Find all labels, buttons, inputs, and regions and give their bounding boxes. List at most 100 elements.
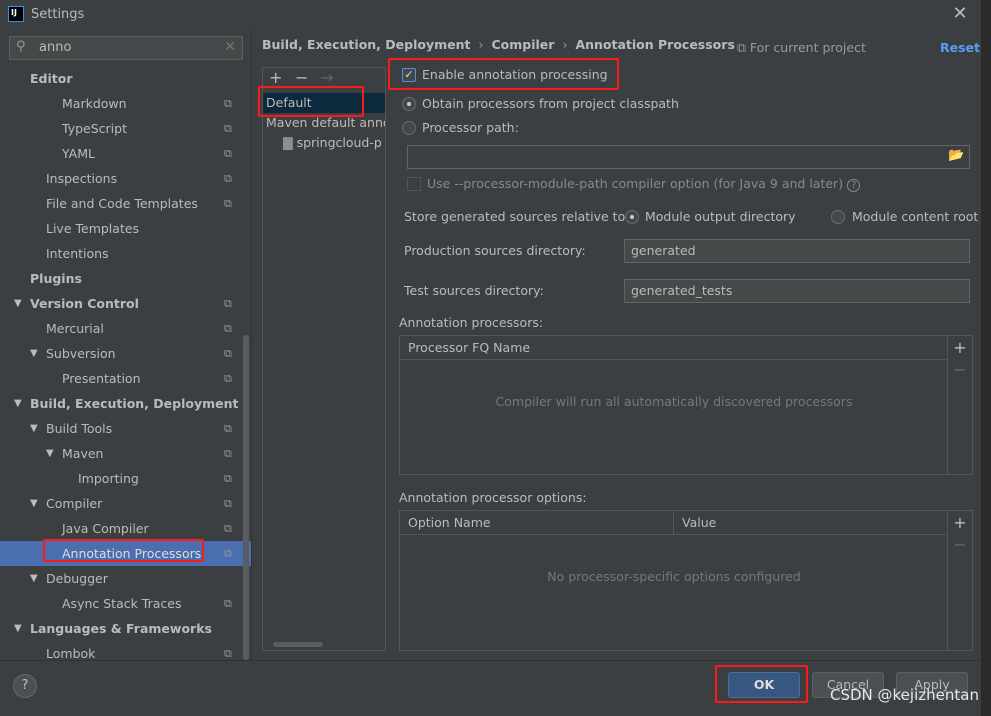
- expand-arrow-icon[interactable]: ▼: [14, 291, 22, 316]
- profiles-scrollbar[interactable]: [273, 642, 323, 647]
- breadcrumb: Build, Execution, Deployment › Compiler › An…: [262, 37, 735, 52]
- expand-arrow-icon[interactable]: ▼: [14, 391, 22, 416]
- copy-icon: ⧉: [737, 40, 750, 55]
- module-output-radio[interactable]: [625, 210, 639, 224]
- sidebar-item[interactable]: ▼ Version Control ⧉: [0, 291, 251, 316]
- sidebar-item[interactable]: Importing ⧉: [0, 466, 251, 491]
- obtain-classpath-label[interactable]: Obtain processors from project classpath: [422, 96, 679, 111]
- sidebar-item-label: Live Templates: [46, 221, 140, 236]
- sidebar-item[interactable]: Async Stack Traces ⧉: [0, 591, 251, 616]
- search-field[interactable]: ⚲ ✕: [9, 36, 243, 60]
- sidebar-item-label: Plugins: [30, 271, 82, 286]
- sidebar-item[interactable]: ▼ Build, Execution, Deployment: [0, 391, 251, 416]
- project-level-icon: ⧉: [224, 547, 232, 560]
- processor-path-radio[interactable]: [402, 121, 416, 135]
- clear-search-icon[interactable]: ✕: [224, 39, 236, 55]
- module-content-root-radio[interactable]: [831, 210, 845, 224]
- profiles-list: + − → Default Maven default annotation p…: [262, 67, 386, 651]
- expand-arrow-icon[interactable]: ▼: [30, 491, 38, 516]
- expand-arrow-icon[interactable]: ▼: [46, 441, 54, 466]
- project-level-icon: ⧉: [224, 447, 232, 460]
- add-icon[interactable]: +: [269, 68, 282, 87]
- empty-message: No processor-specific options configured: [547, 569, 801, 584]
- add-icon[interactable]: +: [948, 336, 972, 360]
- empty-message: Compiler will run all automatically disc…: [495, 394, 853, 409]
- add-icon[interactable]: +: [948, 511, 972, 535]
- sidebar-scrollbar[interactable]: [243, 335, 249, 660]
- processors-table: Processor FQ Name Compiler will run all …: [399, 335, 973, 475]
- highlight-box: [43, 539, 204, 562]
- sidebar-item-label: Maven: [62, 446, 104, 461]
- sidebar-item[interactable]: ▼ Debugger: [0, 566, 251, 591]
- project-level-icon: ⧉: [224, 122, 232, 135]
- module-path-checkbox[interactable]: [407, 177, 421, 191]
- processor-options-label: Annotation processor options:: [399, 490, 587, 505]
- help-icon[interactable]: ?: [847, 179, 861, 192]
- sidebar-item[interactable]: ▼ Compiler ⧉: [0, 491, 251, 516]
- search-icon: ⚲: [16, 39, 26, 54]
- sidebar-item-label: Version Control: [30, 296, 139, 311]
- sidebar-item-label: Editor: [30, 71, 73, 86]
- expand-arrow-icon[interactable]: ▼: [30, 566, 38, 591]
- remove-icon[interactable]: −: [948, 360, 972, 379]
- test-dir-label: Test sources directory:: [404, 283, 544, 298]
- for-current-project: ⧉ For current project: [737, 40, 866, 55]
- column-header[interactable]: Processor FQ Name: [400, 336, 948, 360]
- table-toolbar: + −: [947, 336, 972, 474]
- divider: [251, 30, 252, 660]
- project-level-icon: ⧉: [224, 147, 232, 160]
- column-header[interactable]: Value: [674, 511, 948, 535]
- sidebar-item-label: Inspections: [46, 171, 118, 186]
- sidebar-item[interactable]: Editor: [0, 66, 251, 91]
- breadcrumb-item[interactable]: Build, Execution, Deployment: [262, 37, 470, 52]
- processor-path-input[interactable]: [407, 145, 970, 169]
- sidebar-item-label: Subversion: [46, 346, 116, 361]
- sidebar-item[interactable]: YAML ⧉: [0, 141, 251, 166]
- folder-icon[interactable]: 📂: [948, 148, 964, 163]
- sidebar-item[interactable]: Live Templates: [0, 216, 251, 241]
- module-output-label[interactable]: Module output directory: [645, 209, 796, 224]
- annotation-processors-label: Annotation processors:: [399, 315, 544, 330]
- processor-path-label[interactable]: Processor path:: [422, 120, 519, 135]
- close-icon[interactable]: ✕: [950, 3, 970, 24]
- sidebar-item[interactable]: Presentation ⧉: [0, 366, 251, 391]
- project-level-icon: ⧉: [224, 497, 232, 510]
- expand-arrow-icon[interactable]: ▼: [30, 416, 38, 441]
- sidebar-item[interactable]: TypeScript ⧉: [0, 116, 251, 141]
- sidebar-item[interactable]: ▼ Build Tools ⧉: [0, 416, 251, 441]
- sidebar-item[interactable]: Mercurial ⧉: [0, 316, 251, 341]
- sidebar-item[interactable]: Intentions: [0, 241, 251, 266]
- breadcrumb-item: Annotation Processors: [575, 37, 735, 52]
- module-content-root-label[interactable]: Module content root: [852, 209, 978, 224]
- expand-arrow-icon[interactable]: ▼: [30, 341, 38, 366]
- sidebar-item-label: File and Code Templates: [46, 196, 198, 211]
- project-level-icon: ⧉: [224, 422, 232, 435]
- sidebar-item[interactable]: Java Compiler ⧉: [0, 516, 251, 541]
- sidebar-item[interactable]: ▼ Subversion ⧉: [0, 341, 251, 366]
- sidebar-item-label: Build, Execution, Deployment: [30, 396, 239, 411]
- profile-module[interactable]: ▇ springcloud-p: [263, 133, 385, 153]
- sidebar-item[interactable]: File and Code Templates ⧉: [0, 191, 251, 216]
- sidebar-item[interactable]: Plugins: [0, 266, 251, 291]
- column-header[interactable]: Option Name: [400, 511, 674, 535]
- reset-link[interactable]: Reset: [940, 40, 980, 55]
- sidebar-item[interactable]: ▼ Maven ⧉: [0, 441, 251, 466]
- breadcrumb-item[interactable]: Compiler: [491, 37, 554, 52]
- search-input[interactable]: [39, 40, 219, 55]
- production-dir-input[interactable]: generated: [624, 239, 970, 263]
- sidebar-item-label: YAML: [62, 146, 95, 161]
- project-level-icon: ⧉: [224, 322, 232, 335]
- sidebar-item[interactable]: Inspections ⧉: [0, 166, 251, 191]
- sidebar-item[interactable]: ▼ Languages & Frameworks: [0, 616, 251, 641]
- remove-icon[interactable]: −: [295, 68, 308, 87]
- project-level-icon: ⧉: [224, 472, 232, 485]
- test-dir-input[interactable]: generated_tests: [624, 279, 970, 303]
- expand-arrow-icon[interactable]: ▼: [14, 616, 22, 641]
- sidebar-item[interactable]: Markdown ⧉: [0, 91, 251, 116]
- help-button[interactable]: ?: [13, 674, 37, 698]
- project-level-icon: ⧉: [224, 372, 232, 385]
- sidebar-item-label: Mercurial: [46, 321, 104, 336]
- obtain-classpath-radio[interactable]: [402, 97, 416, 111]
- move-icon[interactable]: →: [320, 68, 333, 87]
- remove-icon[interactable]: −: [948, 535, 972, 554]
